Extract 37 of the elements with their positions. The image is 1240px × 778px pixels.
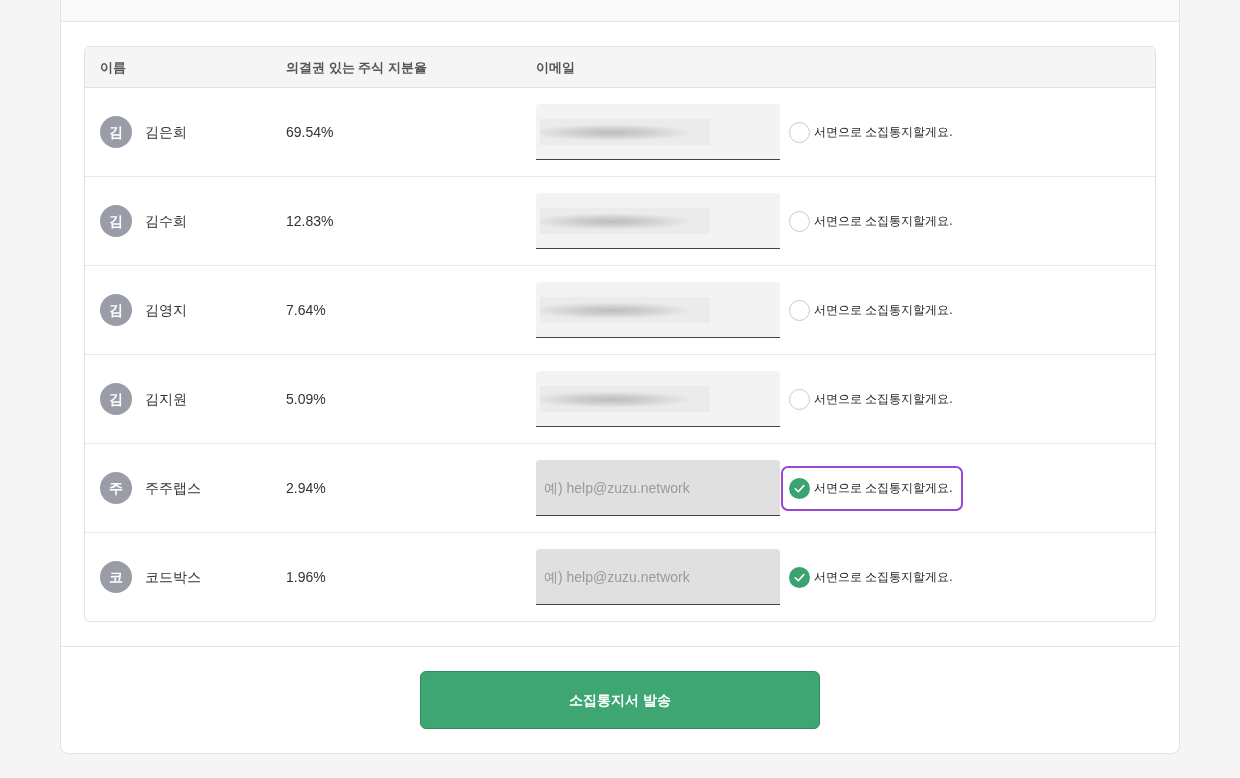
email-field[interactable]: [536, 282, 780, 338]
shareholder-name: 김수희: [145, 211, 187, 231]
share-percentage: 5.09%: [286, 390, 326, 407]
checkbox-icon[interactable]: [789, 477, 810, 499]
avatar: 김: [100, 116, 132, 148]
checkbox-icon[interactable]: [789, 299, 810, 321]
share-percentage: 1.96%: [286, 568, 326, 585]
shareholder-name: 김은희: [145, 122, 187, 142]
shareholder-name: 코드박스: [145, 567, 201, 587]
shareholder-name: 주주랩스: [145, 478, 201, 498]
share-percentage: 12.83%: [286, 212, 334, 229]
checkbox-icon[interactable]: [789, 210, 810, 232]
email-field[interactable]: [536, 193, 780, 249]
written-notice-checkbox[interactable]: 서면으로 소집통지할게요.: [781, 465, 963, 511]
checkbox-icon[interactable]: [789, 121, 810, 143]
written-notice-checkbox[interactable]: 서면으로 소집통지할게요.: [781, 287, 963, 333]
written-notice-checkbox[interactable]: 서면으로 소집통지할게요.: [781, 554, 963, 600]
avatar: 김: [100, 383, 132, 415]
column-header: 이름: [100, 59, 126, 75]
share-percentage: 69.54%: [286, 123, 334, 140]
written-notice-checkbox[interactable]: 서면으로 소집통지할게요.: [781, 198, 963, 244]
share-percentage: 2.94%: [286, 479, 326, 496]
column-header: 이메일: [536, 59, 575, 75]
avatar: 코: [100, 561, 132, 593]
shareholder-name: 김지원: [145, 389, 187, 409]
written-notice-checkbox[interactable]: 서면으로 소집통지할게요.: [781, 376, 963, 422]
avatar: 주: [100, 472, 132, 504]
email-field[interactable]: [536, 104, 780, 160]
avatar: 김: [100, 294, 132, 326]
email-field[interactable]: [536, 371, 780, 427]
checkbox-icon[interactable]: [789, 566, 810, 588]
shareholder-name: 김영지: [145, 300, 187, 320]
column-header: 의결권 있는 주식 지분율: [286, 59, 427, 75]
avatar: 김: [100, 205, 132, 237]
written-notice-checkbox[interactable]: 서면으로 소집통지할게요.: [781, 109, 963, 155]
checkbox-icon[interactable]: [789, 388, 810, 410]
share-percentage: 7.64%: [286, 301, 326, 318]
